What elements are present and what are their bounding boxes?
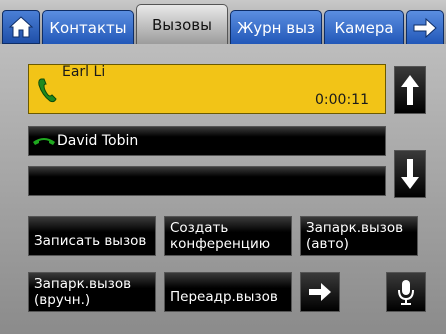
record-call-label: Записать вызов <box>34 233 147 249</box>
park-call-auto-button[interactable]: Запарк.вызов (авто) <box>300 216 418 256</box>
tab-calls-label: Вызовы <box>152 15 212 34</box>
tab-calls[interactable]: Вызовы <box>136 4 228 44</box>
arrow-down-icon <box>401 159 419 189</box>
tab-contacts-label: Контакты <box>49 18 127 37</box>
create-conference-label-line2: конференцию <box>170 236 271 252</box>
held-caller-name: David Tobin <box>57 133 139 149</box>
arrow-right-icon <box>309 283 331 301</box>
microphone-button[interactable] <box>386 272 426 312</box>
redirect-call-label: Переадр.вызов <box>170 289 278 305</box>
empty-call-row[interactable] <box>28 166 386 196</box>
home-button[interactable] <box>2 10 40 44</box>
handset-icon <box>33 138 55 145</box>
held-call-row[interactable]: David Tobin <box>28 126 386 156</box>
scroll-down-button[interactable] <box>394 150 426 198</box>
park-auto-label-line2: (авто) <box>306 236 349 252</box>
active-call-duration: 0:00:11 <box>315 92 369 108</box>
arrow-right-icon <box>413 17 437 38</box>
park-call-manual-button[interactable]: Запарк.вызов (вручн.) <box>28 272 156 312</box>
park-manual-label-line1: Запарк.вызов <box>34 276 132 292</box>
arrow-up-icon <box>401 75 419 105</box>
tab-call-log-label: Журн выз <box>237 18 315 37</box>
tab-camera-label: Камера <box>334 18 394 37</box>
microphone-icon <box>398 280 414 305</box>
active-caller-name: Earl Li <box>62 64 106 80</box>
park-auto-label-line1: Запарк.вызов <box>306 220 404 236</box>
create-conference-label-line1: Создать <box>170 220 229 236</box>
next-actions-button[interactable] <box>300 272 340 312</box>
tab-contacts[interactable]: Контакты <box>42 10 134 44</box>
create-conference-button[interactable]: Создать конференцию <box>164 216 292 256</box>
handset-icon <box>38 78 57 103</box>
tab-more-button[interactable] <box>406 10 444 44</box>
redirect-call-button[interactable]: Переадр.вызов <box>164 272 292 312</box>
park-manual-label-line2: (вручн.) <box>34 292 91 308</box>
scroll-up-button[interactable] <box>394 66 426 114</box>
tab-camera[interactable]: Камера <box>324 10 404 44</box>
home-icon <box>8 16 34 38</box>
record-call-button[interactable]: Записать вызов <box>28 216 156 256</box>
tab-call-log[interactable]: Журн выз <box>230 10 322 44</box>
